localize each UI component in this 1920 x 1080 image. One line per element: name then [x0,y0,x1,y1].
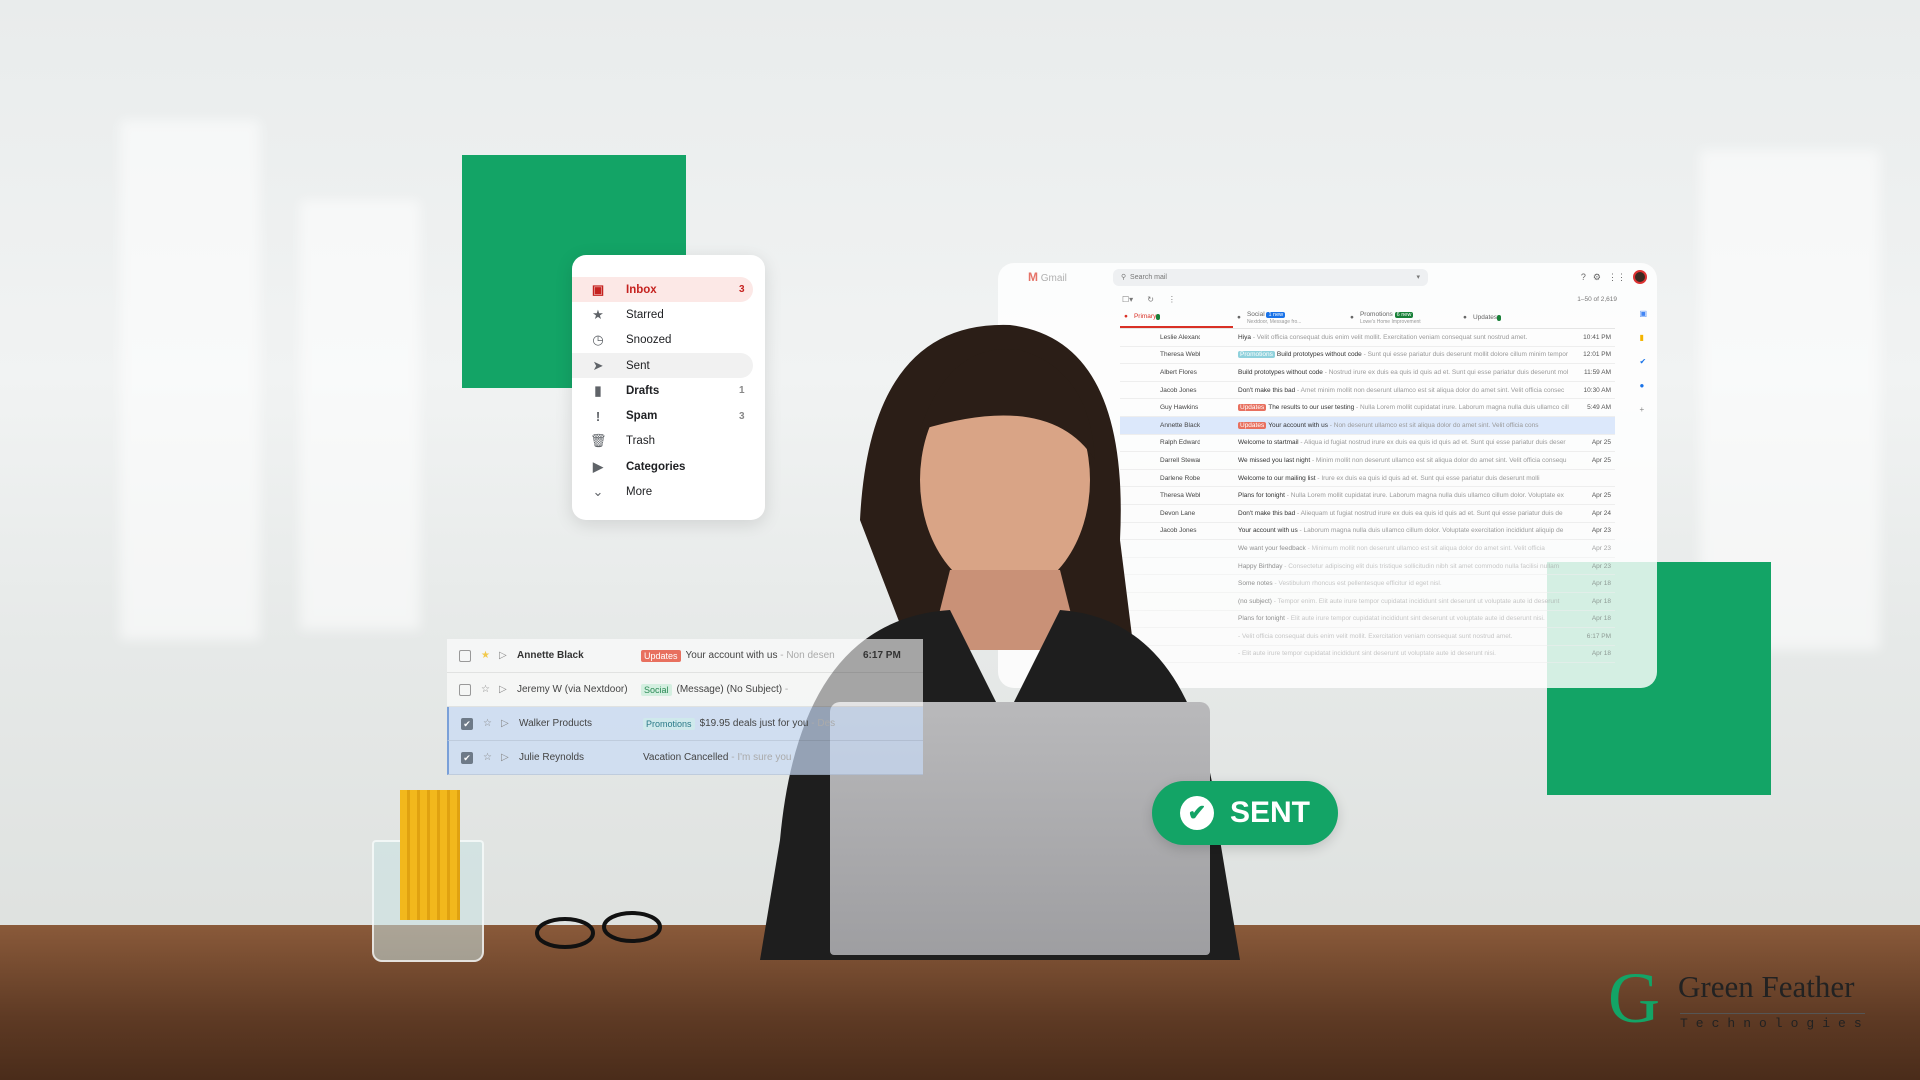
sidebar-item-label: Sent [626,359,650,372]
sidebar-item-label: Drafts [626,384,660,397]
draft-icon: ▮ [594,382,602,398]
star-icon[interactable]: ☆ [481,684,499,695]
sidebar-item-label: Categories [626,460,686,473]
green-feather-logo: G Green Feather Technologies [1608,958,1870,1038]
background-window [300,200,420,630]
help-icon[interactable]: ? [1581,272,1586,282]
tab-icon: ● [1463,314,1467,321]
unread-count: 3 [739,410,745,422]
spam-icon: ! [595,408,601,424]
sidebar-item-categories[interactable]: ▶ Categories [572,454,753,479]
label-icon: ▶ [593,458,603,474]
gear-icon[interactable]: ⚙ [1593,272,1601,283]
gmail-toolbar: ☐▾ ↻ ⋮ 1–50 of 2,619 [998,291,1657,307]
search-icon: ⚲ [1121,274,1131,281]
inbox-icon: ▣ [591,281,605,297]
email-row[interactable]: ✔ ☆ ▷ Walker Products Promotions $19.95 deals… [447,707,923,741]
new-badge: 1 new [1266,311,1286,318]
sidebar-item-spam[interactable]: ! Spam 3 [572,403,753,428]
important-icon[interactable]: ▷ [499,684,517,695]
tab-promotions[interactable]: ● Promotions 6 new Lowe's Home Improvement [1346,307,1459,328]
tab-icon: ● [1350,314,1354,321]
select-all-checkbox[interactable]: ☐▾ [1122,295,1133,304]
sidebar-item-drafts[interactable]: ▮ Drafts 1 [572,378,753,403]
contacts-icon[interactable]: ● [1639,381,1647,390]
sidebar-item-trash[interactable]: 🗑 Trash [572,429,753,454]
new-badge: 6 new [1394,311,1414,318]
clock-icon: ◷ [592,332,604,348]
gmail-logo: M Gmail [1028,270,1067,284]
email-row[interactable]: ☆ ▷ Jeremy W (via Nextdoor) Social (Message)… [447,673,923,707]
new-badge [1497,315,1502,321]
search-input[interactable]: ⚲ Search mail ▾ [1113,268,1428,286]
category-tag: Promotions [643,717,695,730]
tasks-icon[interactable]: ✔ [1639,357,1647,366]
checkbox[interactable] [459,683,471,696]
checkbox[interactable]: ✔ [461,717,473,730]
star-icon[interactable]: ★ [481,650,499,661]
sidebar-item-starred[interactable]: ★ Starred [572,302,753,327]
sidebar-item-label: More [626,486,653,499]
dropdown-icon[interactable]: ▾ [1416,273,1420,281]
email-list-strip: ★ ▷ Annette Black Updates Your account with … [447,639,923,775]
category-tag: Social [641,683,672,696]
keep-icon[interactable]: ▮ [1639,333,1647,342]
unread-count: 1 [739,385,745,397]
glasses [535,911,662,949]
important-icon[interactable]: ▷ [499,650,517,661]
sidebar-item-label: Snoozed [626,334,672,347]
tab-updates[interactable]: ● Updates [1459,307,1572,328]
add-icon[interactable]: + [1639,405,1647,414]
sidebar-item-label: Trash [626,435,655,448]
star-icon[interactable]: ☆ [483,752,501,763]
gmail-header: M Gmail ⚲ Search mail ▾ ? ⚙ ⋮⋮ [998,263,1657,291]
gmail-sidebar-menu: ▣ Inbox 3 ★ Starred ◷ Snoozed ➤ Sent ▮ Drafts 1! Spa… [572,255,765,520]
pagination-text: 1–50 of 2,619 [1577,295,1617,303]
sent-badge: ✔ SENT [1152,781,1338,845]
sidebar-item-label: Spam [626,410,658,423]
sidebar-item-snoozed[interactable]: ◷ Snoozed [572,328,753,353]
feather-g-icon: G [1608,958,1660,1038]
avatar[interactable] [1633,270,1647,284]
important-icon[interactable]: ▷ [501,718,519,729]
background-window [120,120,260,640]
send-icon: ➤ [592,357,604,373]
email-row[interactable]: ★ ▷ Annette Black Updates Your account with … [447,639,923,673]
unread-count: 3 [739,284,745,296]
star-icon[interactable]: ☆ [483,718,501,729]
apps-grid-icon[interactable]: ⋮⋮ [1608,272,1626,283]
trash-icon: 🗑 [590,433,607,449]
check-circle-icon: ✔ [1180,796,1214,830]
more-vert-icon[interactable]: ⋮ [1168,295,1176,304]
refresh-icon[interactable]: ↻ [1147,295,1154,304]
important-icon[interactable]: ▷ [501,752,519,763]
pencils [400,790,460,920]
sidebar-item-label: Starred [626,308,664,321]
sidebar-item-inbox[interactable]: ▣ Inbox 3 [572,277,753,303]
category-tag: Updates [641,649,681,662]
calendar-icon[interactable]: ▣ [1639,309,1647,318]
checkbox[interactable] [459,649,471,662]
sidebar-item-label: Inbox [626,283,657,296]
sidebar-item-more[interactable]: ⌄ More [572,479,753,504]
side-panel: ▣ ▮ ✔ ● + [1639,309,1647,414]
sidebar-item-sent[interactable]: ➤ Sent [572,352,753,379]
tab-icon: ● [1124,313,1128,320]
star-icon: ★ [592,306,604,322]
email-row[interactable]: ✔ ☆ ▷ Julie Reynolds Vacation Cancelled - I'… [447,741,923,775]
checkbox[interactable]: ✔ [461,751,473,764]
chevron-down-icon: ⌄ [592,484,604,500]
